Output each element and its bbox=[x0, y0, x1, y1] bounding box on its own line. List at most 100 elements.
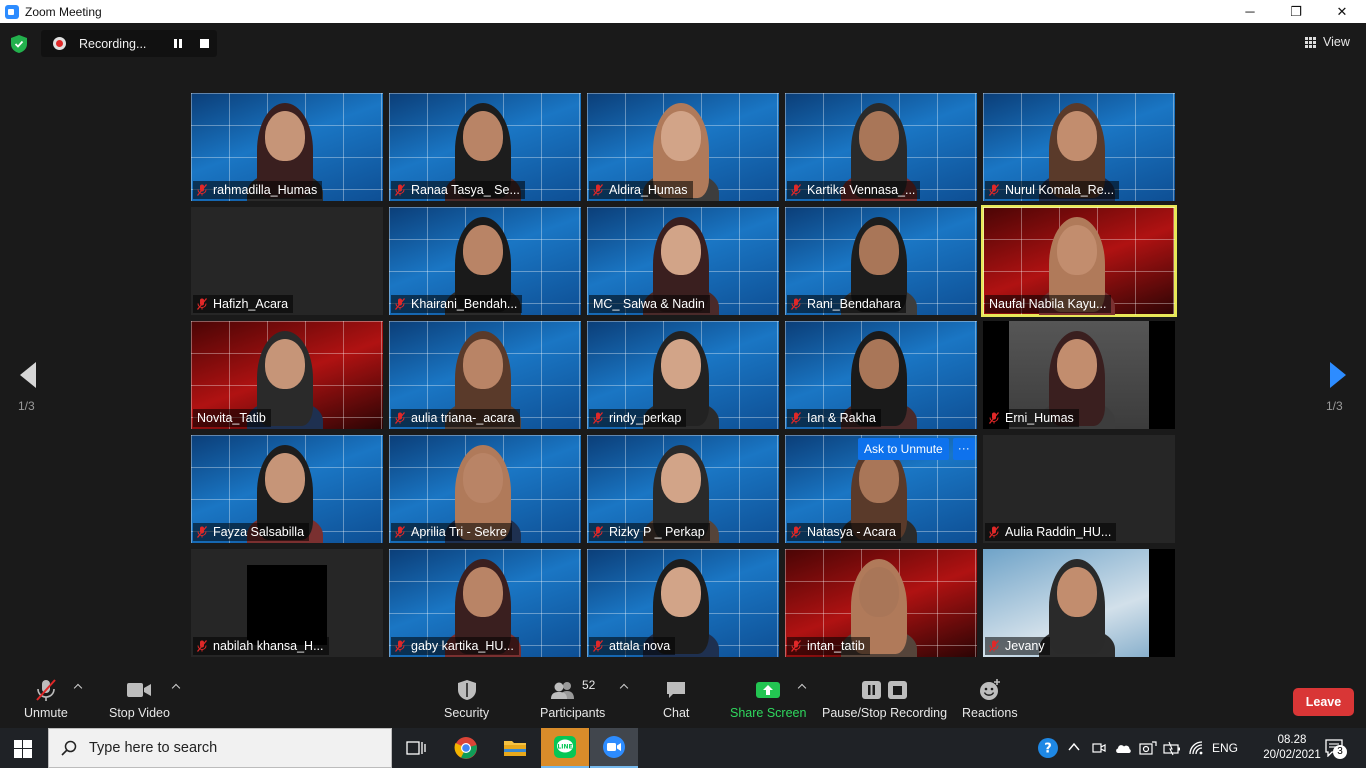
previous-page-arrow-icon[interactable] bbox=[18, 360, 40, 390]
participant-video-tile[interactable]: Ian & Rakha bbox=[785, 321, 977, 429]
chat-button[interactable]: Chat bbox=[663, 678, 689, 720]
stop-recording-icon[interactable] bbox=[200, 39, 209, 48]
microphone-muted-icon bbox=[593, 526, 603, 538]
participant-video-tile[interactable]: Naufal Nabila Kayu... bbox=[981, 205, 1177, 317]
more-options-button[interactable]: ··· bbox=[952, 438, 975, 460]
microphone-muted-icon bbox=[395, 184, 405, 196]
participant-name-tag: aulia triana-_acara bbox=[391, 409, 520, 427]
meeting-toolbar: Unmute Stop Video Security 52 Participan… bbox=[0, 670, 1366, 728]
page-indicator-right: 1/3 bbox=[1326, 399, 1343, 413]
zoom-icon bbox=[603, 736, 625, 758]
participant-video-tile[interactable]: nabilah khansa_H... bbox=[191, 549, 383, 657]
maximize-button[interactable]: ❐ bbox=[1273, 0, 1319, 23]
grid-view-icon bbox=[1305, 36, 1316, 48]
line-taskbar-app[interactable]: LINE bbox=[541, 728, 589, 768]
chrome-icon bbox=[454, 737, 477, 759]
participant-name-tag: Fayza Salsabilla bbox=[193, 523, 310, 541]
reactions-label: Reactions bbox=[962, 706, 1018, 720]
windows-start-icon[interactable] bbox=[14, 740, 32, 758]
participant-video-tile[interactable]: MC_ Salwa & Nadin bbox=[587, 207, 779, 315]
participant-video-tile[interactable]: Hafizh_Acara bbox=[191, 207, 383, 315]
participant-video-tile[interactable]: Jevany bbox=[983, 549, 1175, 657]
participants-options-caret-icon[interactable] bbox=[619, 683, 629, 691]
ask-to-unmute-button[interactable]: Ask to Unmute bbox=[858, 438, 949, 460]
reactions-button[interactable]: Reactions bbox=[962, 678, 1018, 720]
participant-video-tile[interactable]: Kartika Vennasa_... bbox=[785, 93, 977, 201]
participant-video-tile[interactable]: Ranaa Tasya_ Se... bbox=[389, 93, 581, 201]
participant-video-tile[interactable]: Erni_Humas bbox=[983, 321, 1175, 429]
microphone-muted-icon bbox=[791, 298, 801, 310]
participant-name-tag: Rizky P _ Perkap bbox=[589, 523, 710, 541]
file-explorer-taskbar-app[interactable] bbox=[491, 728, 539, 768]
close-window-button[interactable]: ✕ bbox=[1319, 0, 1365, 23]
stop-video-button[interactable]: Stop Video bbox=[109, 678, 170, 720]
video-camera-icon bbox=[127, 683, 152, 697]
participant-video-tile[interactable]: Novita_Tatib bbox=[191, 321, 383, 429]
pause-stop-icon bbox=[861, 681, 907, 699]
participant-video-tile[interactable]: Fayza Salsabilla bbox=[191, 435, 383, 543]
taskbar-clock[interactable]: 08.28 20/02/2021 bbox=[1262, 733, 1322, 763]
folder-icon bbox=[504, 741, 526, 756]
help-icon[interactable]: ? bbox=[1037, 737, 1059, 759]
capture-tool-icon[interactable] bbox=[1139, 740, 1157, 756]
participant-video-tile[interactable]: attala nova bbox=[587, 549, 779, 657]
participant-video-tile[interactable]: Aulia Raddin_HU... bbox=[983, 435, 1175, 543]
share-options-caret-icon[interactable] bbox=[797, 683, 807, 691]
next-page-arrow-icon[interactable] bbox=[1326, 360, 1348, 390]
view-button[interactable]: View bbox=[1305, 35, 1350, 49]
clock-time: 08.28 bbox=[1277, 734, 1307, 746]
participant-video-tile[interactable]: aulia triana-_acara bbox=[389, 321, 581, 429]
unmute-button[interactable]: Unmute bbox=[24, 678, 68, 720]
show-hidden-icons-chevron-icon[interactable] bbox=[1068, 742, 1080, 752]
microphone-muted-icon bbox=[197, 640, 207, 652]
participant-video-tile[interactable]: Rani_Bendahara bbox=[785, 207, 977, 315]
input-language-indicator[interactable]: ENG bbox=[1212, 741, 1238, 755]
onedrive-cloud-icon[interactable] bbox=[1114, 742, 1132, 754]
participant-name: nabilah khansa_H... bbox=[213, 639, 324, 653]
participant-name-tag: rahmadilla_Humas bbox=[193, 181, 323, 199]
participants-label: Participants bbox=[540, 706, 606, 720]
share-screen-label: Share Screen bbox=[730, 706, 807, 720]
participant-name-tag: Jevany bbox=[985, 637, 1050, 655]
microphone-muted-icon bbox=[989, 526, 999, 538]
battery-plug-icon[interactable] bbox=[1163, 740, 1181, 756]
participant-video-tile[interactable]: rahmadilla_Humas bbox=[191, 93, 383, 201]
participant-video-tile[interactable]: Aprilia Tri - Sekre bbox=[389, 435, 581, 543]
participants-icon bbox=[550, 682, 574, 699]
participant-video-tile[interactable]: gaby kartika_HU... bbox=[389, 549, 581, 657]
participant-video-tile[interactable]: Khairani_Bendah... bbox=[389, 207, 581, 315]
microphone-muted-icon bbox=[791, 526, 801, 538]
pause-stop-recording-button[interactable]: Pause/Stop Recording bbox=[822, 678, 947, 720]
task-view-icon bbox=[406, 741, 426, 755]
participant-video-tile[interactable]: rindy_perkap bbox=[587, 321, 779, 429]
participant-video-tile[interactable]: Rizky P _ Perkap bbox=[587, 435, 779, 543]
task-view-button[interactable] bbox=[392, 728, 440, 768]
window-title: Zoom Meeting bbox=[25, 4, 102, 19]
participant-name-tag: Novita_Tatib bbox=[193, 409, 271, 427]
chrome-taskbar-app[interactable] bbox=[442, 728, 490, 768]
participant-name-tag: Naufal Nabila Kayu... bbox=[985, 295, 1112, 313]
taskbar-search-box[interactable]: Type here to search bbox=[48, 728, 392, 768]
video-options-caret-icon[interactable] bbox=[171, 683, 181, 691]
zoom-taskbar-app[interactable] bbox=[590, 728, 638, 768]
security-button[interactable]: Security bbox=[444, 678, 489, 720]
audio-options-caret-icon[interactable] bbox=[73, 683, 83, 691]
leave-meeting-button[interactable]: Leave bbox=[1293, 688, 1354, 716]
meet-now-icon[interactable] bbox=[1092, 741, 1106, 755]
participants-button[interactable]: 52 Participants bbox=[540, 678, 605, 720]
participant-video-tile[interactable]: intan_tatib bbox=[785, 549, 977, 657]
participant-name: Khairani_Bendah... bbox=[411, 297, 518, 311]
microphone-muted-icon bbox=[791, 184, 801, 196]
svg-text:LINE: LINE bbox=[557, 744, 572, 751]
wifi-icon[interactable] bbox=[1188, 740, 1204, 756]
microphone-muted-icon bbox=[593, 412, 603, 424]
minimize-button[interactable]: ─ bbox=[1227, 0, 1273, 23]
participant-video-tile[interactable]: Aldira_Humas bbox=[587, 93, 779, 201]
encryption-shield-icon[interactable] bbox=[11, 35, 27, 53]
participant-name: Nurul Komala_Re... bbox=[1005, 183, 1115, 197]
participant-video-tile[interactable]: Nurul Komala_Re... bbox=[983, 93, 1175, 201]
share-screen-button[interactable]: Share Screen bbox=[730, 678, 806, 720]
participant-name: Ian & Rakha bbox=[807, 411, 876, 425]
microphone-muted-icon bbox=[395, 526, 405, 538]
pause-recording-icon[interactable] bbox=[173, 39, 183, 48]
